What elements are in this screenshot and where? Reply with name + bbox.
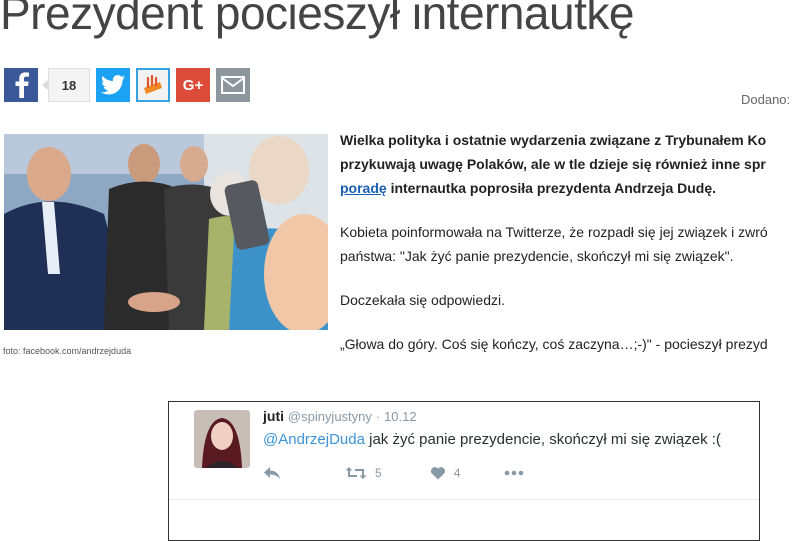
embedded-tweet[interactable]: juti @spinyjustyny · 10.12 @AndrzejDuda … [168, 401, 760, 541]
heart-icon [430, 467, 445, 480]
article-photo[interactable] [4, 134, 328, 330]
googleplus-share-button[interactable]: G+ [176, 68, 210, 102]
paragraph-1-line-1: Kobieta poinformowała na Twitterze, że r… [340, 224, 768, 240]
avatar[interactable] [194, 410, 250, 468]
tweet-body: jak żyć panie prezydencie, skończył mi s… [364, 431, 721, 448]
tweet-separator: · [375, 409, 381, 424]
tweet-mention[interactable]: @AndrzejDuda [263, 431, 365, 448]
twitter-share-button[interactable] [96, 68, 130, 102]
share-count: 18 [42, 68, 90, 102]
tweet-author-line: juti @spinyjustyny · 10.12 [263, 408, 417, 424]
article-body: Wielka polityka i ostatnie wydarzenia zw… [340, 128, 800, 356]
tweet-author-name[interactable]: juti [263, 408, 284, 424]
page-title: Prezydent pocieszył internautkę [0, 0, 634, 39]
tweet-text: @AndrzejDuda jak żyć panie prezydencie, … [263, 431, 721, 448]
like-count: 4 [453, 466, 461, 480]
google-plus-icon: G+ [182, 76, 204, 94]
reply-icon [264, 467, 280, 479]
lead-line-3: poradę internautka poprosiła prezydenta … [340, 176, 800, 200]
article-photo-image [4, 134, 328, 330]
lead-line-3-text: internautka poprosiła prezydenta Andrzej… [386, 180, 717, 196]
paragraph-3: „Głowa do góry. Coś się kończy, coś zacz… [340, 336, 768, 352]
photo-caption: foto: facebook.com/andrzejduda [3, 346, 132, 356]
wykop-share-button[interactable] [136, 68, 170, 102]
retweet-count: 5 [375, 466, 382, 480]
tweet-handle[interactable]: @spinyjustyny [288, 409, 372, 424]
more-options-button[interactable] [504, 470, 524, 476]
wykop-icon [144, 74, 162, 94]
email-icon [221, 76, 245, 94]
avatar-image [194, 410, 250, 468]
advice-link[interactable]: poradę [340, 180, 387, 196]
lead-line-1: Wielka polityka i ostatnie wydarzenia zw… [340, 132, 767, 148]
date-added-label: Dodano: [741, 92, 791, 107]
email-share-button[interactable] [216, 68, 250, 102]
retweet-icon [345, 467, 367, 479]
paragraph-1-line-2: państwa: "Jak żyć panie prezydencie, sko… [340, 248, 734, 264]
reply-button[interactable] [263, 466, 281, 480]
facebook-share-button[interactable] [4, 68, 38, 102]
like-button[interactable]: 4 [430, 466, 461, 480]
tweet-date[interactable]: 10.12 [384, 409, 417, 424]
facebook-icon [15, 72, 29, 98]
paragraph-2: Doczekała się odpowiedzi. [340, 292, 505, 308]
share-bar: 18 G+ [4, 68, 250, 102]
lead-line-2: przykuwają uwagę Polaków, ale w tle dzie… [340, 156, 766, 172]
tweet-actions: 5 4 [263, 466, 560, 480]
more-icon [505, 470, 524, 476]
tweet-divider [169, 499, 759, 500]
twitter-icon [101, 75, 125, 95]
retweet-button[interactable]: 5 [345, 466, 382, 480]
